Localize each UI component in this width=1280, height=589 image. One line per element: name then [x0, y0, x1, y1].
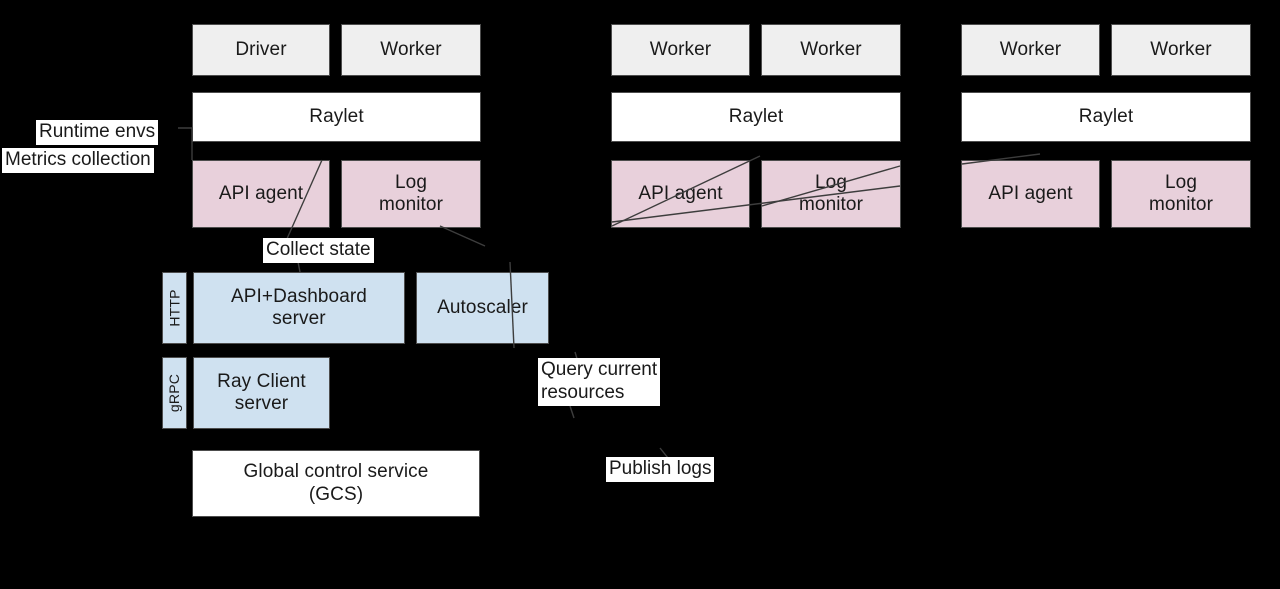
head-node-ray-client-server[interactable]: Ray Client server	[193, 357, 330, 429]
worker-node-1-worker-a[interactable]: Worker	[611, 24, 750, 76]
head-node-raylet[interactable]: Raylet	[192, 92, 481, 142]
head-node-api-agent-label: API agent	[218, 182, 304, 204]
worker-node-2-api-agent-label: API agent	[988, 182, 1073, 204]
worker-node-1-log-monitor-label: Log monitor	[798, 171, 864, 215]
link-runtime-envs	[178, 127, 193, 160]
edge-label-runtime-envs: Runtime envs	[36, 120, 159, 145]
head-node-gcs-label: Global control service (GCS)	[243, 461, 429, 505]
worker-node-2-worker-b[interactable]: Worker	[1111, 24, 1251, 76]
worker-node-2-raylet-label: Raylet	[1078, 105, 1134, 127]
worker-node-1-api-agent[interactable]: API agent	[611, 160, 750, 228]
head-node-worker-label: Worker	[380, 38, 442, 60]
head-node-api-dashboard-server-label: API+Dashboard server	[231, 285, 367, 329]
head-node-driver[interactable]: Driver	[192, 24, 330, 76]
worker-node-1-raylet-label: Raylet	[728, 105, 784, 127]
worker-node-2-log-monitor-label: Log monitor	[1148, 171, 1214, 215]
head-node-raylet-label: Raylet	[309, 105, 364, 127]
diagram-canvas: Driver Worker Raylet API agent Log monit…	[0, 0, 1280, 589]
head-node-http-label: HTTP	[166, 289, 183, 327]
head-node-ray-client-server-label: Ray Client server	[217, 370, 306, 414]
head-node-grpc-label: gRPC	[166, 373, 183, 413]
head-node-autoscaler-label: Autoscaler	[437, 296, 528, 318]
worker-node-2-worker-b-label: Worker	[1150, 38, 1212, 60]
worker-node-1-raylet[interactable]: Raylet	[611, 92, 901, 142]
head-node-autoscaler[interactable]: Autoscaler	[416, 272, 549, 344]
worker-node-1-worker-b[interactable]: Worker	[761, 24, 901, 76]
worker-node-1-log-monitor[interactable]: Log monitor	[761, 160, 901, 228]
worker-node-1-worker-b-label: Worker	[800, 38, 862, 60]
head-node-gcs[interactable]: Global control service (GCS)	[192, 450, 480, 517]
edge-label-collect-state: Collect state	[263, 238, 374, 263]
head-node-grpc-chip: gRPC	[162, 357, 187, 429]
head-node-api-agent[interactable]: API agent	[192, 160, 330, 228]
worker-node-2-worker-a[interactable]: Worker	[961, 24, 1100, 76]
worker-node-2-log-monitor[interactable]: Log monitor	[1111, 160, 1251, 228]
worker-node-2-worker-a-label: Worker	[999, 38, 1062, 60]
edge-label-publish-logs: Publish logs	[606, 457, 715, 482]
head-node-api-dashboard-server[interactable]: API+Dashboard server	[193, 272, 405, 344]
head-node-log-monitor-label: Log monitor	[378, 171, 444, 215]
worker-node-1-api-agent-label: API agent	[638, 182, 723, 204]
head-node-http-chip: HTTP	[162, 272, 187, 344]
edge-label-metrics-collection: Metrics collection	[2, 148, 154, 173]
head-node-driver-label: Driver	[235, 38, 287, 60]
worker-node-2-raylet[interactable]: Raylet	[961, 92, 1251, 142]
worker-node-2-api-agent[interactable]: API agent	[961, 160, 1100, 228]
head-node-log-monitor[interactable]: Log monitor	[341, 160, 481, 228]
worker-node-1-worker-a-label: Worker	[649, 38, 712, 60]
head-node-worker[interactable]: Worker	[341, 24, 481, 76]
edge-label-query-current-resources: Query current resources	[538, 358, 661, 406]
link-log-monitor-head	[439, 225, 486, 247]
link-query-lower-stub	[569, 405, 575, 419]
